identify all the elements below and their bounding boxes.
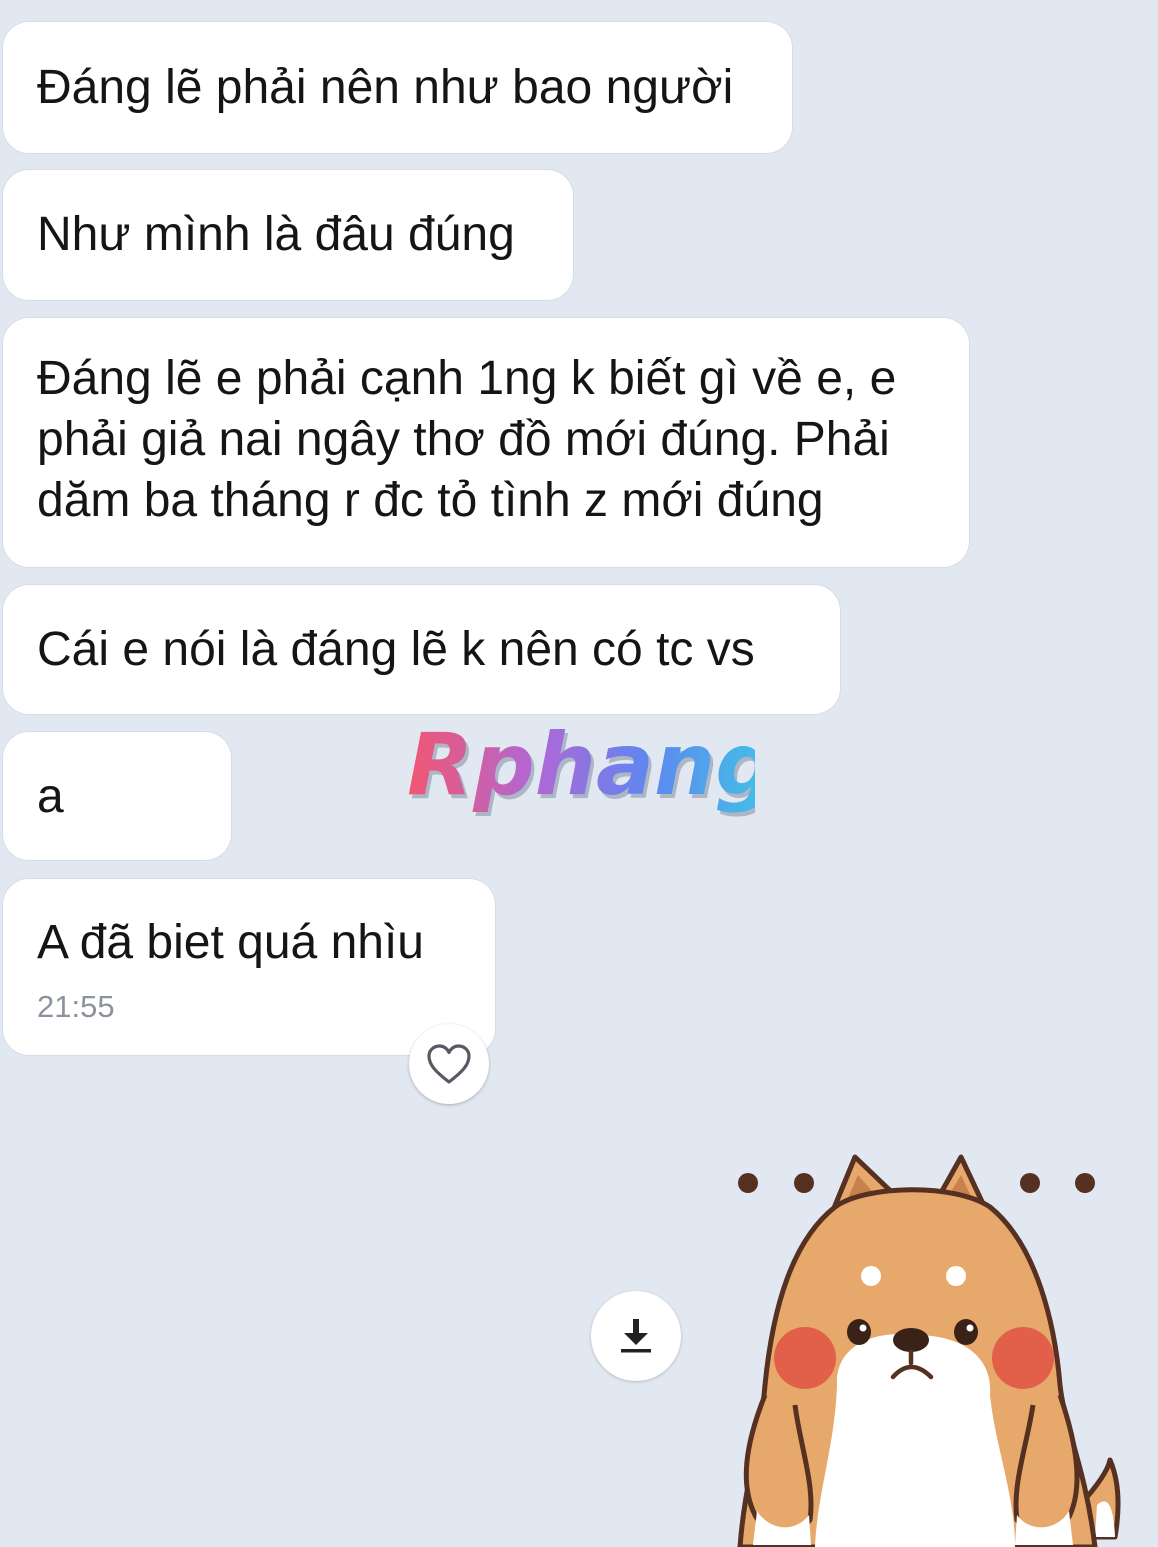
reaction-button[interactable]: [409, 1024, 489, 1104]
watermark-text: Rphang: [407, 722, 755, 815]
watermark-logo: Rphang Rphang: [407, 722, 755, 819]
message-bubble[interactable]: Như mình là đâu đúng: [3, 170, 573, 300]
message-text: Đáng lẽ e phải cạnh 1ng k biết gì về e, …: [37, 352, 897, 527]
message-text: Như mình là đâu đúng: [37, 208, 515, 261]
message-bubble-last[interactable]: A đã biet quá nhìu 21:55: [3, 879, 495, 1055]
message-bubble[interactable]: a: [3, 732, 231, 860]
message-text: Đáng lẽ phải nên như bao người: [37, 61, 734, 114]
heart-icon: [427, 1044, 471, 1084]
download-icon: [621, 1319, 651, 1353]
shiba-dog-sticker[interactable]: [725, 1145, 1125, 1547]
message-text: a: [37, 770, 64, 823]
message-text: Cái e nói là đáng lẽ k nên có tc vs: [37, 623, 755, 676]
message-bubble[interactable]: Đáng lẽ phải nên như bao người: [3, 22, 792, 153]
message-text: A đã biet quá nhìu: [37, 916, 424, 969]
message-timestamp: 21:55: [37, 989, 115, 1024]
download-button[interactable]: [591, 1291, 681, 1381]
message-bubble[interactable]: Đáng lẽ e phải cạnh 1ng k biết gì về e, …: [3, 318, 969, 567]
message-bubble[interactable]: Cái e nói là đáng lẽ k nên có tc vs: [3, 585, 840, 714]
